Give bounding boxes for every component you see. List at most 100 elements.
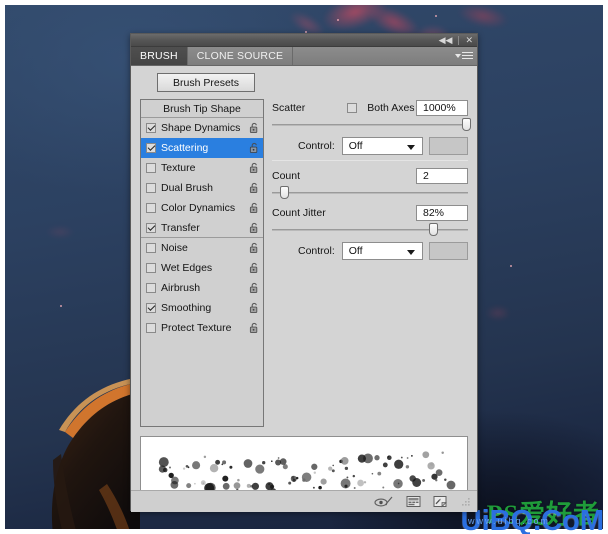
count-slider[interactable]: [272, 186, 468, 199]
count-jitter-value-field[interactable]: 82%: [416, 204, 468, 221]
checkbox-shape-dynamics[interactable]: [146, 123, 156, 133]
checkbox-color-dynamics[interactable]: [146, 203, 156, 213]
checkbox-transfer[interactable]: [146, 222, 156, 233]
option-label: Smoothing: [161, 302, 212, 314]
panel-titlebar: ◀◀ ✕: [131, 34, 477, 47]
slider-thumb[interactable]: [462, 118, 472, 131]
count-jitter-slider[interactable]: [272, 223, 468, 236]
close-icon[interactable]: ✕: [464, 35, 474, 45]
option-label: Dual Brush: [161, 182, 213, 194]
scatter-label: Scatter: [272, 101, 306, 114]
count-control-row: Control: Off: [272, 241, 468, 260]
slider-track: [272, 124, 468, 126]
lock-open-icon[interactable]: [249, 242, 260, 254]
count-control-disabled-field: [429, 241, 468, 260]
option-row-texture[interactable]: Texture: [141, 158, 263, 178]
lock-open-icon[interactable]: [249, 262, 260, 274]
lock-open-icon[interactable]: [249, 162, 260, 174]
scatter-value-field[interactable]: 1000%: [416, 99, 468, 116]
tab-clone-source[interactable]: CLONE SOURCE: [188, 47, 294, 65]
option-row-dual-brush[interactable]: Dual Brush: [141, 178, 263, 198]
option-label: Scattering: [161, 142, 209, 154]
control-group-divider: [272, 160, 468, 161]
nebula-wisp: [485, 305, 511, 321]
option-row-shape-dynamics[interactable]: Shape Dynamics: [141, 118, 263, 138]
checkbox-airbrush[interactable]: [146, 283, 156, 293]
create-new-brush-icon[interactable]: [433, 495, 447, 508]
brush-options-list: Brush Tip Shape Shape Dynamics Scatterin…: [140, 99, 264, 427]
slider-thumb[interactable]: [428, 223, 438, 236]
checkbox-both-axes[interactable]: [347, 102, 358, 113]
checkbox-scattering[interactable]: [146, 143, 156, 153]
option-row-airbrush[interactable]: Airbrush: [141, 278, 263, 298]
count-label: Count: [272, 169, 301, 182]
option-label: Texture: [161, 162, 196, 174]
option-row-color-dynamics[interactable]: Color Dynamics: [141, 198, 263, 218]
tab-brush[interactable]: BRUSH: [131, 47, 188, 65]
option-label: Transfer: [161, 221, 200, 234]
resize-grip-icon[interactable]: [461, 497, 471, 507]
lock-open-icon[interactable]: [249, 122, 260, 134]
nebula-wisp: [455, 5, 511, 33]
lock-open-icon[interactable]: [249, 222, 260, 234]
count-control-select[interactable]: Off: [341, 241, 424, 260]
option-row-wet-edges[interactable]: Wet Edges: [141, 258, 263, 278]
checkbox-protect-texture[interactable]: [146, 323, 156, 333]
count-control-value: Off: [348, 244, 363, 257]
lock-open-icon[interactable]: [249, 142, 260, 154]
panel-tab-strip: BRUSH CLONE SOURCE: [131, 47, 477, 66]
brush-tip-shape-item[interactable]: Brush Tip Shape: [141, 100, 263, 118]
scatter-row: Scatter Both Axes 1000%: [272, 99, 468, 116]
scatter-slider[interactable]: [272, 118, 472, 131]
option-row-smoothing[interactable]: Smoothing: [141, 298, 263, 318]
spark-dot: [60, 305, 62, 307]
lock-open-icon[interactable]: [249, 282, 260, 294]
new-brush-preset-icon[interactable]: [406, 495, 421, 508]
scatter-control-row: Control: Off: [272, 136, 468, 155]
chevron-down-icon: [455, 53, 461, 58]
option-label: Color Dynamics: [161, 202, 236, 214]
brush-panel: ◀◀ ✕ BRUSH CLONE SOURCE Brush Presets Br…: [130, 33, 478, 512]
option-row-protect-texture[interactable]: Protect Texture: [141, 318, 263, 338]
checkbox-wet-edges[interactable]: [146, 263, 156, 273]
lock-open-icon[interactable]: [249, 302, 260, 314]
spark-dot: [337, 19, 339, 21]
option-label: Shape Dynamics: [161, 122, 241, 134]
spark-dot: [435, 15, 437, 17]
checkbox-texture[interactable]: [146, 163, 156, 173]
slider-track: [272, 229, 468, 231]
figure-silhouette: [51, 377, 140, 529]
panel-menu-icon[interactable]: [455, 50, 473, 61]
count-jitter-label: Count Jitter: [272, 206, 326, 219]
option-row-transfer[interactable]: Transfer: [141, 218, 263, 238]
scatter-control-select[interactable]: Off: [341, 136, 424, 155]
option-row-noise[interactable]: Noise: [141, 238, 263, 258]
titlebar-separator: [458, 35, 460, 45]
hamburger-icon: [462, 50, 473, 61]
slider-thumb[interactable]: [279, 186, 289, 199]
scatter-control-value: Off: [348, 139, 363, 152]
slider-track: [272, 192, 468, 194]
checkbox-noise[interactable]: [146, 243, 156, 253]
panel-body: Brush Presets Brush Tip Shape Shape Dyna…: [131, 66, 477, 512]
option-row-scattering[interactable]: Scattering: [141, 138, 263, 158]
count-value-field[interactable]: 2: [416, 167, 468, 184]
option-label: Noise: [161, 242, 188, 254]
scattering-controls: Scatter Both Axes 1000% Control: Off Cou…: [272, 99, 472, 427]
spark-dot: [510, 265, 512, 267]
lock-open-icon[interactable]: [249, 202, 260, 214]
toggle-brush-preview-icon[interactable]: [374, 495, 394, 508]
both-axes-label: Both Axes: [367, 101, 415, 114]
brush-presets-row: Brush Presets: [131, 66, 477, 98]
panel-footer: [131, 490, 477, 512]
lock-open-icon[interactable]: [249, 322, 260, 334]
brush-presets-button[interactable]: Brush Presets: [157, 73, 255, 92]
option-label: Protect Texture: [161, 322, 232, 334]
lock-open-icon[interactable]: [249, 182, 260, 194]
count-jitter-row: Count Jitter 82%: [272, 204, 468, 221]
nebula-wisp: [45, 225, 75, 239]
both-axes-toggle[interactable]: Both Axes: [347, 101, 415, 114]
checkbox-smoothing[interactable]: [146, 303, 156, 313]
collapse-icon[interactable]: ◀◀: [438, 35, 454, 45]
checkbox-dual-brush[interactable]: [146, 183, 156, 193]
